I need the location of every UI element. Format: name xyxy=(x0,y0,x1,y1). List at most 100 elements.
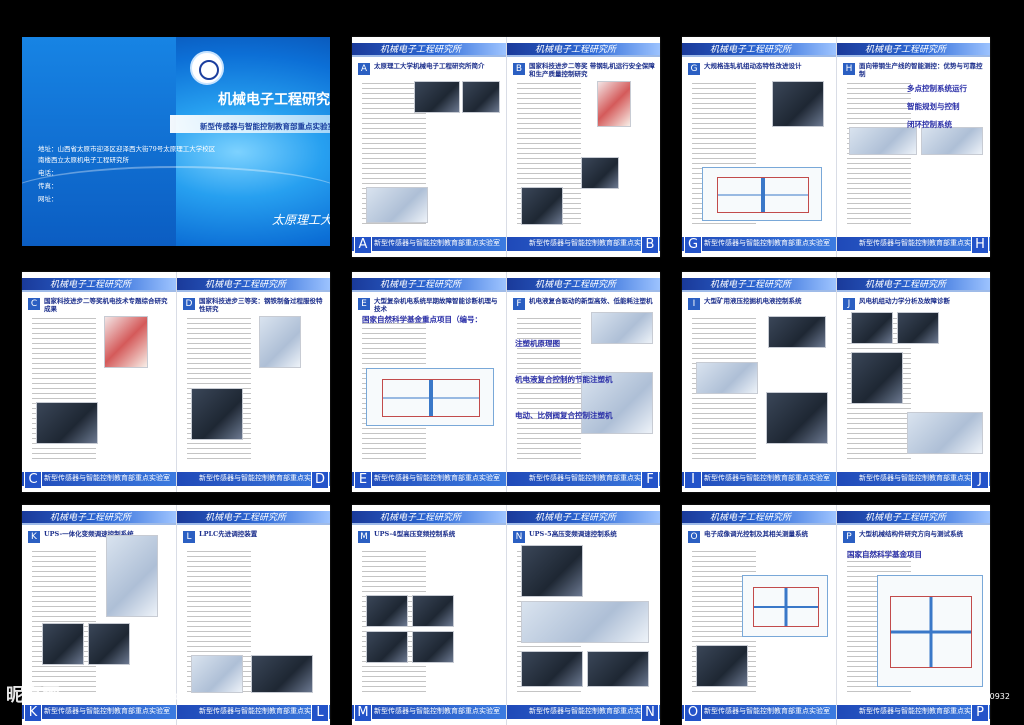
page-title: 国家科技进步二等奖 带钢轧机运行安全保障和生产质量控制研究 xyxy=(529,62,655,78)
photo-figure xyxy=(191,388,243,440)
page-footer-band: 新型传感器与智能控制教育部重点实验室 xyxy=(507,705,660,719)
photo-figure xyxy=(766,392,828,444)
section-letter-badge: G xyxy=(688,63,700,75)
section-letter-badge: B xyxy=(513,63,525,75)
photo-figure xyxy=(412,631,454,663)
brochure-spread: 机械电子工程研究所 A 太原理工大学机械电子工程研究所简介新型传感器与智能控制教育部… xyxy=(352,37,660,257)
page-title: 大型机械结构件研究方向与测试系统 xyxy=(859,530,963,538)
photo-figure xyxy=(772,81,824,127)
photo-figure xyxy=(768,316,826,348)
brochure-page-h: 机械电子工程研究所 H 面向带钢生产线的智能测控：优势与可靠控制 新型传感器与智能控制… xyxy=(836,37,990,257)
photo-figure xyxy=(414,81,460,113)
header-title: 机械电子工程研究所 xyxy=(380,513,462,523)
footer-text: 新型传感器与智能控制教育部重点实验室 xyxy=(529,239,655,247)
page-title: 电子成像调光控制及其相关测量系统 xyxy=(704,530,808,538)
watermark-logo: 昵享网 xyxy=(6,685,60,706)
diagram-figure xyxy=(366,368,494,426)
header-title: 机械电子工程研究所 xyxy=(865,280,947,290)
brochure-page-f: 机械电子工程研究所 F 机电液复合驱动的新型高效、低能耗注塑机 新型传感器与智能控制教… xyxy=(506,272,660,492)
page-letter-marker: H xyxy=(971,236,989,254)
university-logo-icon xyxy=(190,51,224,85)
page-letter-marker: G xyxy=(684,236,702,254)
photo-figure xyxy=(106,535,158,617)
page-header-band: 机械电子工程研究所 xyxy=(352,278,506,290)
page-letter-marker: B xyxy=(641,236,659,254)
page-header-band: 机械电子工程研究所 xyxy=(22,278,176,290)
cover-subtitle: 新型传感器与智能控制教育部重点实验室 xyxy=(200,122,330,131)
page-title: 大规格连轧机组动态特性改进设计 xyxy=(704,62,802,70)
brochure-page-b: 机械电子工程研究所 B 国家科技进步二等奖 带钢轧机运行安全保障和生产质量控制研究新… xyxy=(506,37,660,257)
footer-text: 新型传感器与智能控制教育部重点实验室 xyxy=(374,239,500,247)
page-footer-band: 新型传感器与智能控制教育部重点实验室 xyxy=(837,472,990,486)
page-footer-band: 新型传感器与智能控制教育部重点实验室 xyxy=(682,237,836,251)
overlay-caption: 电动、比例阀复合控制注塑机 xyxy=(515,411,613,420)
header-stripe xyxy=(22,523,176,525)
page-header-band: 机械电子工程研究所 xyxy=(682,43,836,55)
footer-text: 新型传感器与智能控制教育部重点实验室 xyxy=(859,474,985,482)
section-letter-badge: D xyxy=(183,298,195,310)
header-stripe xyxy=(507,523,660,525)
header-stripe xyxy=(837,523,990,525)
cover-address: 地址：山西省太原市迎泽区迎泽西大街79号太原理工大学校区 xyxy=(38,145,216,153)
diagram-figure xyxy=(742,575,828,637)
page-title: 风电机组动力学分析及故障诊断 xyxy=(859,297,950,305)
footer-text: 新型传感器与智能控制教育部重点实验室 xyxy=(704,707,830,715)
photo-figure xyxy=(462,81,500,113)
page-title: 国家科技进步二等奖机电技术专题综合研究成果 xyxy=(44,297,168,313)
brochure-spread: 机械电子工程研究所 C 国家科技进步二等奖机电技术专题综合研究成果新型传感器与智能控… xyxy=(22,272,330,492)
watermark-url: www.nipic.com xyxy=(100,689,191,703)
brochure-page-c: 机械电子工程研究所 C 国家科技进步二等奖机电技术专题综合研究成果新型传感器与智能控… xyxy=(22,272,176,492)
brochure-page-n: 机械电子工程研究所 N UPS-5高压变频调速控制系统新型传感器与智能控制教育部重点… xyxy=(506,505,660,725)
watermark-id: ID:6571740 NO:20130921153151200932 xyxy=(843,692,1010,701)
page-footer-band: 新型传感器与智能控制教育部重点实验室 xyxy=(837,237,990,251)
overlay-caption: 国家自然科学基金重点项目（编号： xyxy=(362,315,482,324)
footer-text: 新型传感器与智能控制教育部重点实验室 xyxy=(44,474,170,482)
page-header-band: 机械电子工程研究所 xyxy=(507,511,660,523)
page-footer-band: 新型传感器与智能控制教育部重点实验室 xyxy=(837,705,990,719)
header-stripe xyxy=(22,290,176,292)
section-letter-badge: E xyxy=(358,298,370,310)
header-stripe xyxy=(177,523,330,525)
page-title: 太原理工大学机械电子工程研究所简介 xyxy=(374,62,485,70)
page-header-band: 机械电子工程研究所 xyxy=(507,278,660,290)
photo-figure xyxy=(104,316,148,368)
header-stripe xyxy=(352,55,506,57)
header-title: 机械电子工程研究所 xyxy=(205,280,287,290)
header-title: 机械电子工程研究所 xyxy=(710,280,792,290)
page-title: UPS-5高压变频调速控制系统 xyxy=(529,530,617,538)
header-title: 机械电子工程研究所 xyxy=(535,280,617,290)
page-header-band: 机械电子工程研究所 xyxy=(837,43,990,55)
page-header-band: 机械电子工程研究所 xyxy=(352,43,506,55)
section-letter-badge: O xyxy=(688,531,700,543)
header-stripe xyxy=(682,55,836,57)
header-stripe xyxy=(507,55,660,57)
brochure-page-l: 机械电子工程研究所 L LPLC先进调控装置 新型传感器与智能控制教育部重点实验室 L xyxy=(176,505,330,725)
header-stripe xyxy=(682,290,836,292)
cover-signature: 太原理工大學 xyxy=(272,213,330,227)
page-footer-band: 新型传感器与智能控制教育部重点实验室 xyxy=(507,237,660,251)
page-footer-band: 新型传感器与智能控制教育部重点实验室 xyxy=(177,472,330,486)
photo-figure xyxy=(907,412,983,454)
header-title: 机械电子工程研究所 xyxy=(50,513,132,523)
page-footer-band: 新型传感器与智能控制教育部重点实验室 xyxy=(352,237,506,251)
section-letter-badge: N xyxy=(513,531,525,543)
photo-figure xyxy=(897,312,939,344)
footer-text: 新型传感器与智能控制教育部重点实验室 xyxy=(859,239,985,247)
photo-figure xyxy=(696,362,758,394)
brochure-page-j: 机械电子工程研究所 J 风电机组动力学分析及故障诊断 新型传感器与智能控制教育部重点实… xyxy=(836,272,990,492)
footer-text: 新型传感器与智能控制教育部重点实验室 xyxy=(704,474,830,482)
section-letter-badge: A xyxy=(358,63,370,75)
brochure-spread: 机械电子工程研究所 E 大型复杂机电系统早期故障智能诊断机理与技术 新型传感器与智能控… xyxy=(352,272,660,492)
page-letter-marker: A xyxy=(354,236,372,254)
page-letter-marker: E xyxy=(354,471,372,489)
page-footer-band: 新型传感器与智能控制教育部重点实验室 xyxy=(682,705,836,719)
header-title: 机械电子工程研究所 xyxy=(865,45,947,55)
photo-figure xyxy=(251,655,313,693)
page-title: LPLC先进调控装置 xyxy=(199,530,258,538)
page-title: 机电液复合驱动的新型高效、低能耗注塑机 xyxy=(529,297,653,305)
section-letter-badge: C xyxy=(28,298,40,310)
diagram-figure xyxy=(702,167,822,221)
page-footer-band: 新型传感器与智能控制教育部重点实验室 xyxy=(507,472,660,486)
footer-text: 新型传感器与智能控制教育部重点实验室 xyxy=(199,707,325,715)
photo-figure xyxy=(366,595,408,627)
